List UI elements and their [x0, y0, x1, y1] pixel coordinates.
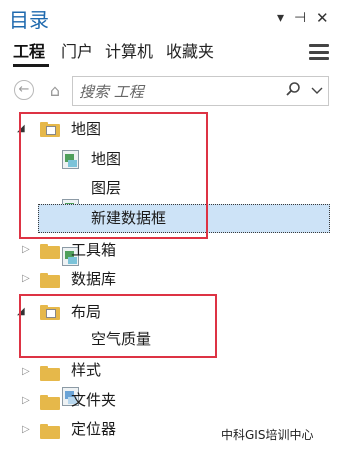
tab-project[interactable]: 工程	[13, 41, 45, 63]
pane-title: 目录	[9, 8, 49, 32]
expand-toolboxes-toggle[interactable]: ▷	[22, 244, 30, 256]
style-folder-icon	[40, 366, 60, 381]
folder-icon	[40, 395, 60, 410]
tree-node-folders[interactable]: 文件夹	[71, 390, 116, 410]
search-input[interactable]: 搜索 工程	[79, 82, 144, 102]
highlight-box-layouts	[19, 294, 217, 358]
pin-icon[interactable]: ⊣	[294, 8, 306, 28]
tree-node-locators[interactable]: 定位器	[71, 419, 116, 439]
tree-node-databases[interactable]: 数据库	[71, 269, 116, 289]
back-arrow-icon[interactable]: ←	[14, 80, 34, 100]
tab-portal[interactable]: 门户	[61, 41, 93, 63]
chevron-down-icon[interactable]	[310, 80, 324, 104]
tree-node-styles[interactable]: 样式	[71, 360, 101, 380]
expand-locators-toggle[interactable]: ▷	[22, 424, 30, 436]
close-icon[interactable]: ✕	[316, 8, 329, 28]
database-folder-icon	[40, 273, 60, 288]
active-tab-indicator	[13, 64, 49, 67]
locator-folder-icon	[40, 424, 60, 439]
highlight-box-maps	[19, 112, 208, 239]
tree-node-toolboxes[interactable]: 工具箱	[71, 240, 116, 260]
home-icon[interactable]: ⌂	[43, 79, 67, 103]
pane-options-dropdown-icon[interactable]: ▾	[277, 8, 284, 28]
toolbox-folder-icon	[40, 244, 60, 259]
watermark: 中科GIS培训中心	[221, 428, 314, 442]
expand-databases-toggle[interactable]: ▷	[22, 273, 30, 285]
search-icon[interactable]	[285, 81, 301, 101]
tab-favorites[interactable]: 收藏夹	[166, 41, 214, 63]
expand-folders-toggle[interactable]: ▷	[22, 395, 30, 407]
search-box[interactable]: 搜索 工程	[72, 76, 329, 106]
tab-computer[interactable]: 计算机	[105, 41, 153, 63]
menu-icon[interactable]	[309, 44, 329, 60]
expand-styles-toggle[interactable]: ▷	[22, 366, 30, 378]
